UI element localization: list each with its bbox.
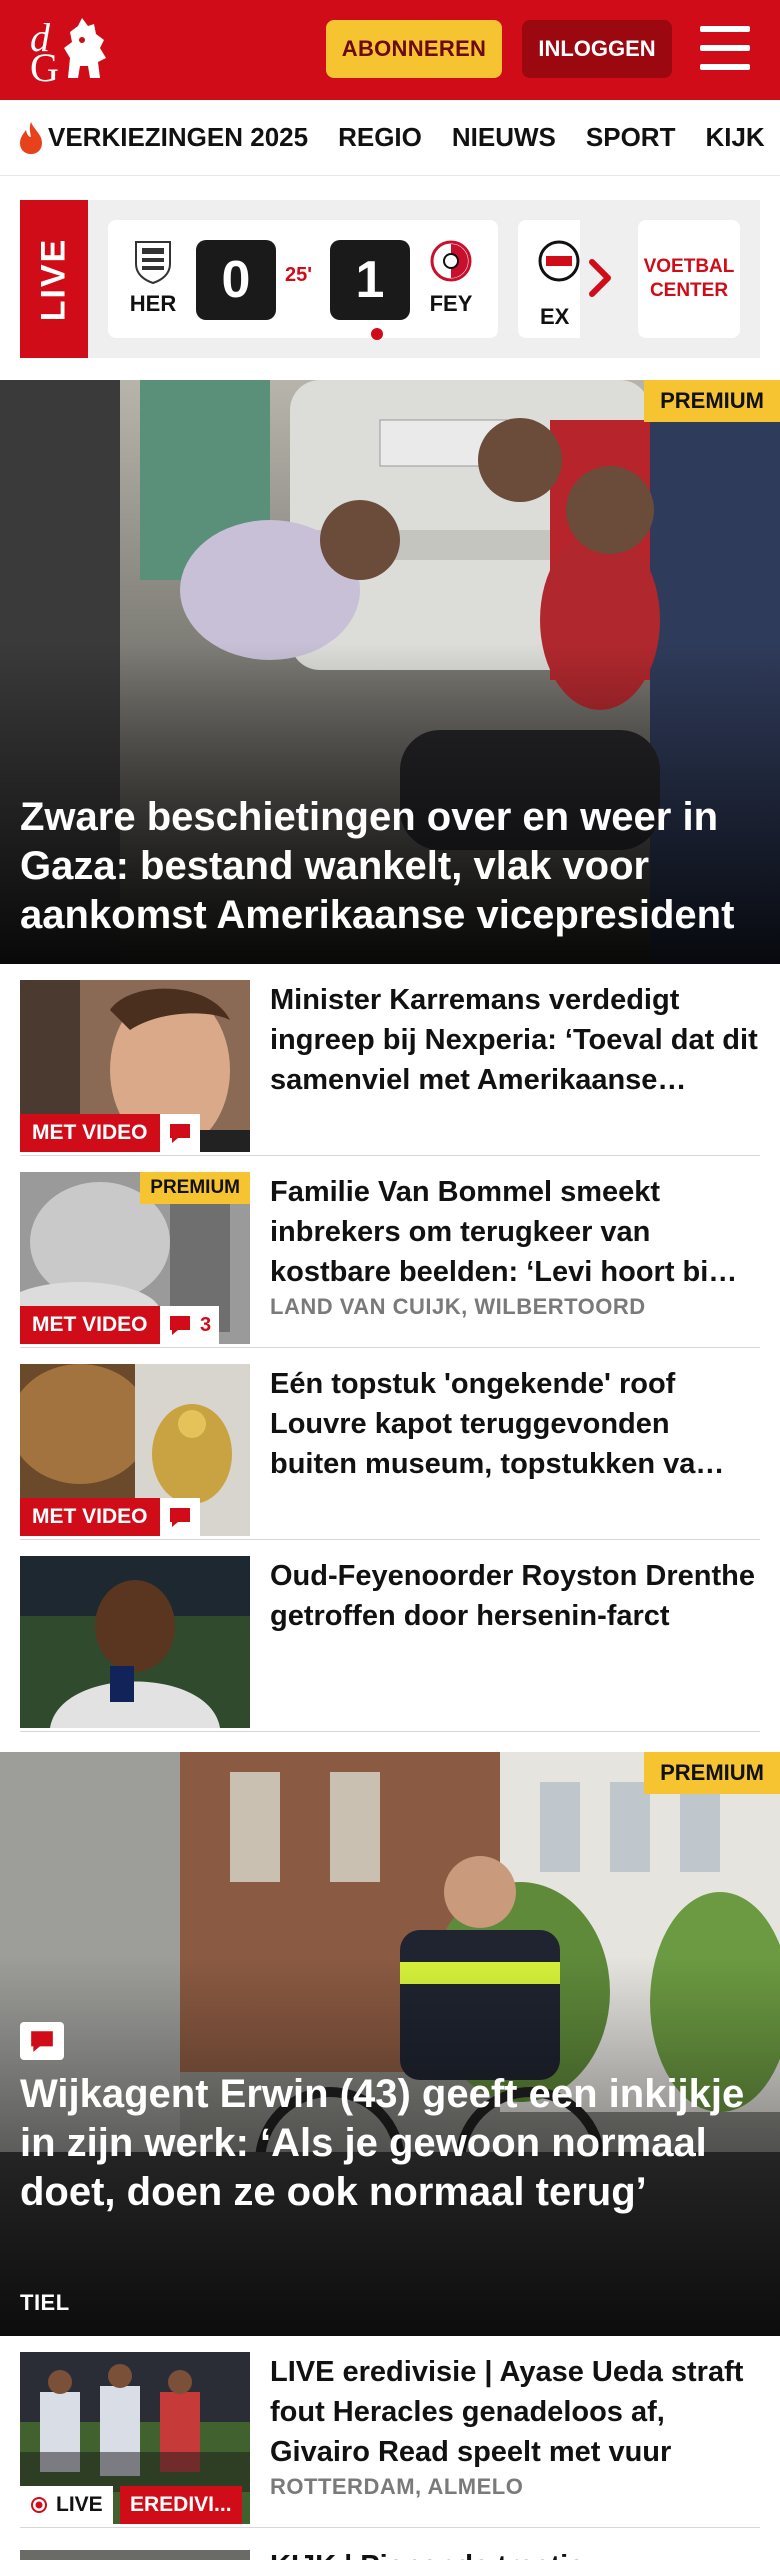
feature-location: TIEL	[20, 2290, 70, 2315]
live-scores-strip: LIVE HER 0 25' 1 FEY EX VOETBAL CENTER	[20, 200, 760, 358]
article-title[interactable]: Oud-Feyenoorder Royston Drenthe getroffe…	[270, 1556, 760, 1636]
voetbal-center-link[interactable]: VOETBAL CENTER	[638, 220, 740, 338]
article-title[interactable]: Eén topstuk 'ongekende' roof Louvre kapo…	[270, 1364, 760, 1484]
article-thumbnail	[20, 1556, 250, 1728]
next-team-abbr: EX	[540, 304, 570, 329]
comment-count: 3	[200, 1313, 212, 1336]
article-location: LAND VAN CUIJK, WILBERTOORD	[270, 1294, 646, 1319]
match-minute: 25'	[285, 264, 313, 286]
article-thumbnail: PREMIUM MET VIDEO 3	[20, 1172, 250, 1344]
comment-icon	[170, 1316, 190, 1335]
live-badge: LIVE	[20, 2486, 113, 2524]
hero-article[interactable]: PREMIUM Zware beschietingen over en weer…	[0, 380, 780, 964]
comment-badge	[20, 2022, 64, 2060]
article-thumbnail: LIVE EREDIVI...	[20, 2352, 250, 2524]
article-item-partial[interactable]: KIJK | Piepende tractie...	[20, 2546, 760, 2560]
away-team-abbr: FEY	[429, 291, 473, 316]
flame-icon	[20, 121, 42, 154]
hero-title[interactable]: Zware beschietingen over en weer in Gaza…	[20, 793, 770, 940]
feature-title[interactable]: Wijkagent Erwin (43) geeft een inkijkje …	[20, 2070, 760, 2217]
competition-label: EREDIVI...	[120, 2486, 242, 2524]
comment-icon	[31, 2031, 53, 2052]
nav-item-sport[interactable]: SPORT	[571, 122, 691, 153]
nav-item-nieuws[interactable]: NIEUWS	[437, 122, 571, 153]
article-item[interactable]: PREMIUM MET VIDEO 3 Familie Van Bommel s…	[20, 1156, 760, 1348]
chevron-right-icon[interactable]	[588, 258, 614, 298]
video-label: MET VIDEO	[20, 1306, 160, 1344]
premium-badge: PREMIUM	[644, 380, 780, 422]
feyenoord-crest-icon	[430, 240, 472, 282]
knight-logo-icon	[64, 18, 106, 78]
comment-icon	[170, 1124, 190, 1143]
nav-item-verkiezingen[interactable]: VERKIEZINGEN 2025	[0, 121, 323, 154]
video-label: MET VIDEO	[20, 1498, 160, 1536]
goal-indicator	[371, 328, 383, 340]
feature-article[interactable]: PREMIUM Wijkagent Erwin (43) geeft een i…	[0, 1752, 780, 2336]
article-title[interactable]: Minister Karremans verdedigt ingreep bij…	[270, 980, 760, 1100]
comment-badge	[160, 1498, 200, 1536]
match-card-next[interactable]: EX	[518, 220, 580, 338]
live-label: LIVE	[20, 200, 88, 358]
home-score: 0	[196, 240, 276, 320]
article-item[interactable]: LIVE EREDIVI... LIVE eredivisie | Ayase …	[20, 2336, 760, 2528]
match-card[interactable]: HER 0 25' 1 FEY	[108, 220, 498, 340]
home-team: HER	[128, 238, 178, 317]
video-label: MET VIDEO	[20, 1114, 160, 1152]
article-item[interactable]: MET VIDEO Eén topstuk 'ongekende' roof L…	[20, 1348, 760, 1540]
login-button[interactable]: INLOGGEN	[522, 20, 672, 78]
comment-badge	[160, 1114, 200, 1152]
hamburger-menu-icon[interactable]	[700, 26, 750, 70]
section-nav: VERKIEZINGEN 2025 REGIO NIEUWS SPORT KIJ…	[0, 100, 780, 176]
heracles-crest-icon	[135, 241, 171, 285]
article-thumbnail	[20, 2550, 250, 2560]
premium-badge: PREMIUM	[140, 1172, 250, 1204]
article-title[interactable]: Familie Van Bommel smeekt inbrekers om t…	[270, 1172, 760, 1292]
article-item[interactable]: MET VIDEO Minister Karremans verdedigt i…	[20, 964, 760, 1156]
article-location: ROTTERDAM, ALMELO	[270, 2474, 524, 2499]
article-thumbnail: MET VIDEO	[20, 1364, 250, 1536]
comment-badge: 3	[160, 1306, 220, 1344]
article-thumbnail: MET VIDEO	[20, 980, 250, 1152]
top-header: d G ABONNEREN INLOGGEN	[0, 0, 780, 100]
home-team-abbr: HER	[129, 291, 177, 316]
comment-icon	[170, 1508, 190, 1527]
article-item[interactable]: Oud-Feyenoorder Royston Drenthe getroffe…	[20, 1540, 760, 1732]
subscribe-button[interactable]: ABONNEREN	[326, 20, 502, 78]
nav-item-regio[interactable]: REGIO	[323, 122, 437, 153]
site-logo[interactable]: d G	[24, 14, 114, 90]
away-score: 1	[330, 240, 410, 320]
article-title[interactable]: LIVE eredivisie | Ayase Ueda straft fout…	[270, 2352, 760, 2472]
live-dot-icon	[31, 2497, 47, 2513]
article-title[interactable]: KIJK | Piepende tractie...	[270, 2546, 609, 2560]
premium-badge: PREMIUM	[644, 1752, 780, 1794]
feature-photo	[0, 1752, 780, 2336]
nav-item-kijk[interactable]: KIJK	[690, 122, 779, 153]
away-team: FEY	[426, 238, 476, 317]
excelsior-crest-icon	[538, 240, 580, 282]
